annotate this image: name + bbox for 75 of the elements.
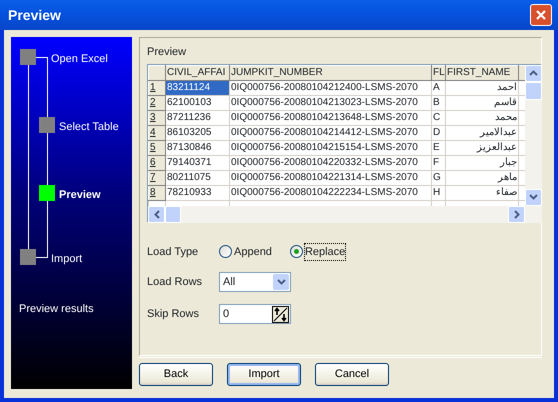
chevron-left-icon bbox=[154, 210, 160, 218]
scroll-up-button[interactable] bbox=[525, 64, 542, 82]
close-icon bbox=[535, 9, 547, 21]
table-cell: 0IQ000756-20080104221314-LSMS-2070 bbox=[230, 170, 432, 185]
table-cell: 62100103 bbox=[166, 95, 230, 110]
table-cell: 0IQ000756-20080104214412-LSMS-2070 bbox=[230, 125, 432, 140]
spinner-icon[interactable] bbox=[272, 306, 289, 322]
column-header[interactable]: JUMPKIT_NUMBER bbox=[230, 65, 432, 80]
table-cell: 78210933 bbox=[166, 185, 230, 200]
dialog-button[interactable]: Cancel bbox=[315, 363, 389, 386]
table-cell: احمد bbox=[446, 80, 518, 95]
step-label: Open Excel bbox=[51, 52, 108, 67]
row-number[interactable]: 3 bbox=[148, 110, 166, 125]
chevron-down-icon bbox=[276, 279, 286, 285]
step-label: Preview bbox=[59, 188, 101, 203]
table-cell: 86103205 bbox=[166, 125, 230, 140]
scroll-left-button[interactable] bbox=[148, 206, 165, 222]
table-cell: 87211236 bbox=[166, 110, 230, 125]
table-cell: ماهر bbox=[446, 170, 518, 185]
table-cell: 87130846 bbox=[166, 140, 230, 155]
table-cell: A bbox=[432, 80, 446, 95]
table-cell: E bbox=[432, 140, 446, 155]
table-cell: 0IQ000756-20080104213648-LSMS-2070 bbox=[230, 110, 432, 125]
table-cell: F bbox=[432, 155, 446, 170]
table-cell: 0IQ000756-20080104212400-LSMS-2070 bbox=[230, 80, 432, 95]
number-field[interactable]: 0 bbox=[219, 304, 291, 324]
step-label: Select Table bbox=[59, 120, 119, 135]
chevron-up-icon bbox=[529, 70, 538, 76]
table-cell: صفاء bbox=[446, 185, 518, 200]
row-number[interactable]: 5 bbox=[148, 140, 166, 155]
dialog-button[interactable]: Import bbox=[227, 363, 301, 386]
dropdown-field[interactable]: All bbox=[219, 272, 291, 292]
table-cell: قاسم bbox=[446, 95, 518, 110]
column-header[interactable]: FIRST_NAME bbox=[446, 65, 518, 80]
wizard-caption: Preview results bbox=[19, 302, 94, 317]
scrollbar-thumb[interactable] bbox=[525, 82, 542, 100]
row-number[interactable]: 4 bbox=[148, 125, 166, 140]
table-cell: H bbox=[432, 185, 446, 200]
step-label: Import bbox=[51, 252, 82, 267]
table-cell: D bbox=[432, 125, 446, 140]
dialog-button[interactable]: Back bbox=[139, 363, 213, 386]
radio-button[interactable]: Replace bbox=[290, 244, 346, 260]
scroll-right-button[interactable] bbox=[508, 206, 525, 222]
chevron-down-icon bbox=[529, 194, 538, 200]
column-header[interactable]: CIVIL_AFFAI bbox=[166, 65, 230, 80]
table-cell: جبار bbox=[446, 155, 518, 170]
window-title: Preview bbox=[8, 6, 61, 24]
table-cell: عبدالامير bbox=[446, 125, 518, 140]
table-cell: 0IQ000756-20080104220332-LSMS-2070 bbox=[230, 155, 432, 170]
table-cell: محمد bbox=[446, 110, 518, 125]
row-number[interactable]: 7 bbox=[148, 170, 166, 185]
row-number[interactable]: 1 bbox=[148, 80, 166, 95]
scroll-down-button[interactable] bbox=[525, 188, 542, 206]
field-label: Load Rows bbox=[147, 274, 204, 290]
column-header[interactable]: FL bbox=[432, 65, 446, 80]
section-title: Preview bbox=[147, 45, 186, 60]
table-cell: عبدالعزيز bbox=[446, 140, 518, 155]
table-cell: C bbox=[432, 110, 446, 125]
table-cell: 0IQ000756-20080104213023-LSMS-2070 bbox=[230, 95, 432, 110]
field-label: Load Type bbox=[147, 244, 200, 260]
scrollbar-thumb[interactable] bbox=[165, 206, 181, 222]
table-cell: 79140371 bbox=[166, 155, 230, 170]
close-button[interactable] bbox=[530, 4, 552, 26]
row-number[interactable]: 2 bbox=[148, 95, 166, 110]
table-cell: 0IQ000756-20080104222234-LSMS-2070 bbox=[230, 185, 432, 200]
field-label: Skip Rows bbox=[147, 306, 200, 322]
radio-button[interactable]: Append bbox=[219, 244, 272, 260]
table-cell: 80211075 bbox=[166, 170, 230, 185]
table-cell: B bbox=[432, 95, 446, 110]
table-cell: 83211124 bbox=[166, 80, 230, 95]
table-cell: 0IQ000756-20080104215154-LSMS-2070 bbox=[230, 140, 432, 155]
row-number[interactable]: 6 bbox=[148, 155, 166, 170]
row-number[interactable]: 8 bbox=[148, 185, 166, 200]
chevron-right-icon bbox=[514, 210, 520, 218]
table-cell: G bbox=[432, 170, 446, 185]
